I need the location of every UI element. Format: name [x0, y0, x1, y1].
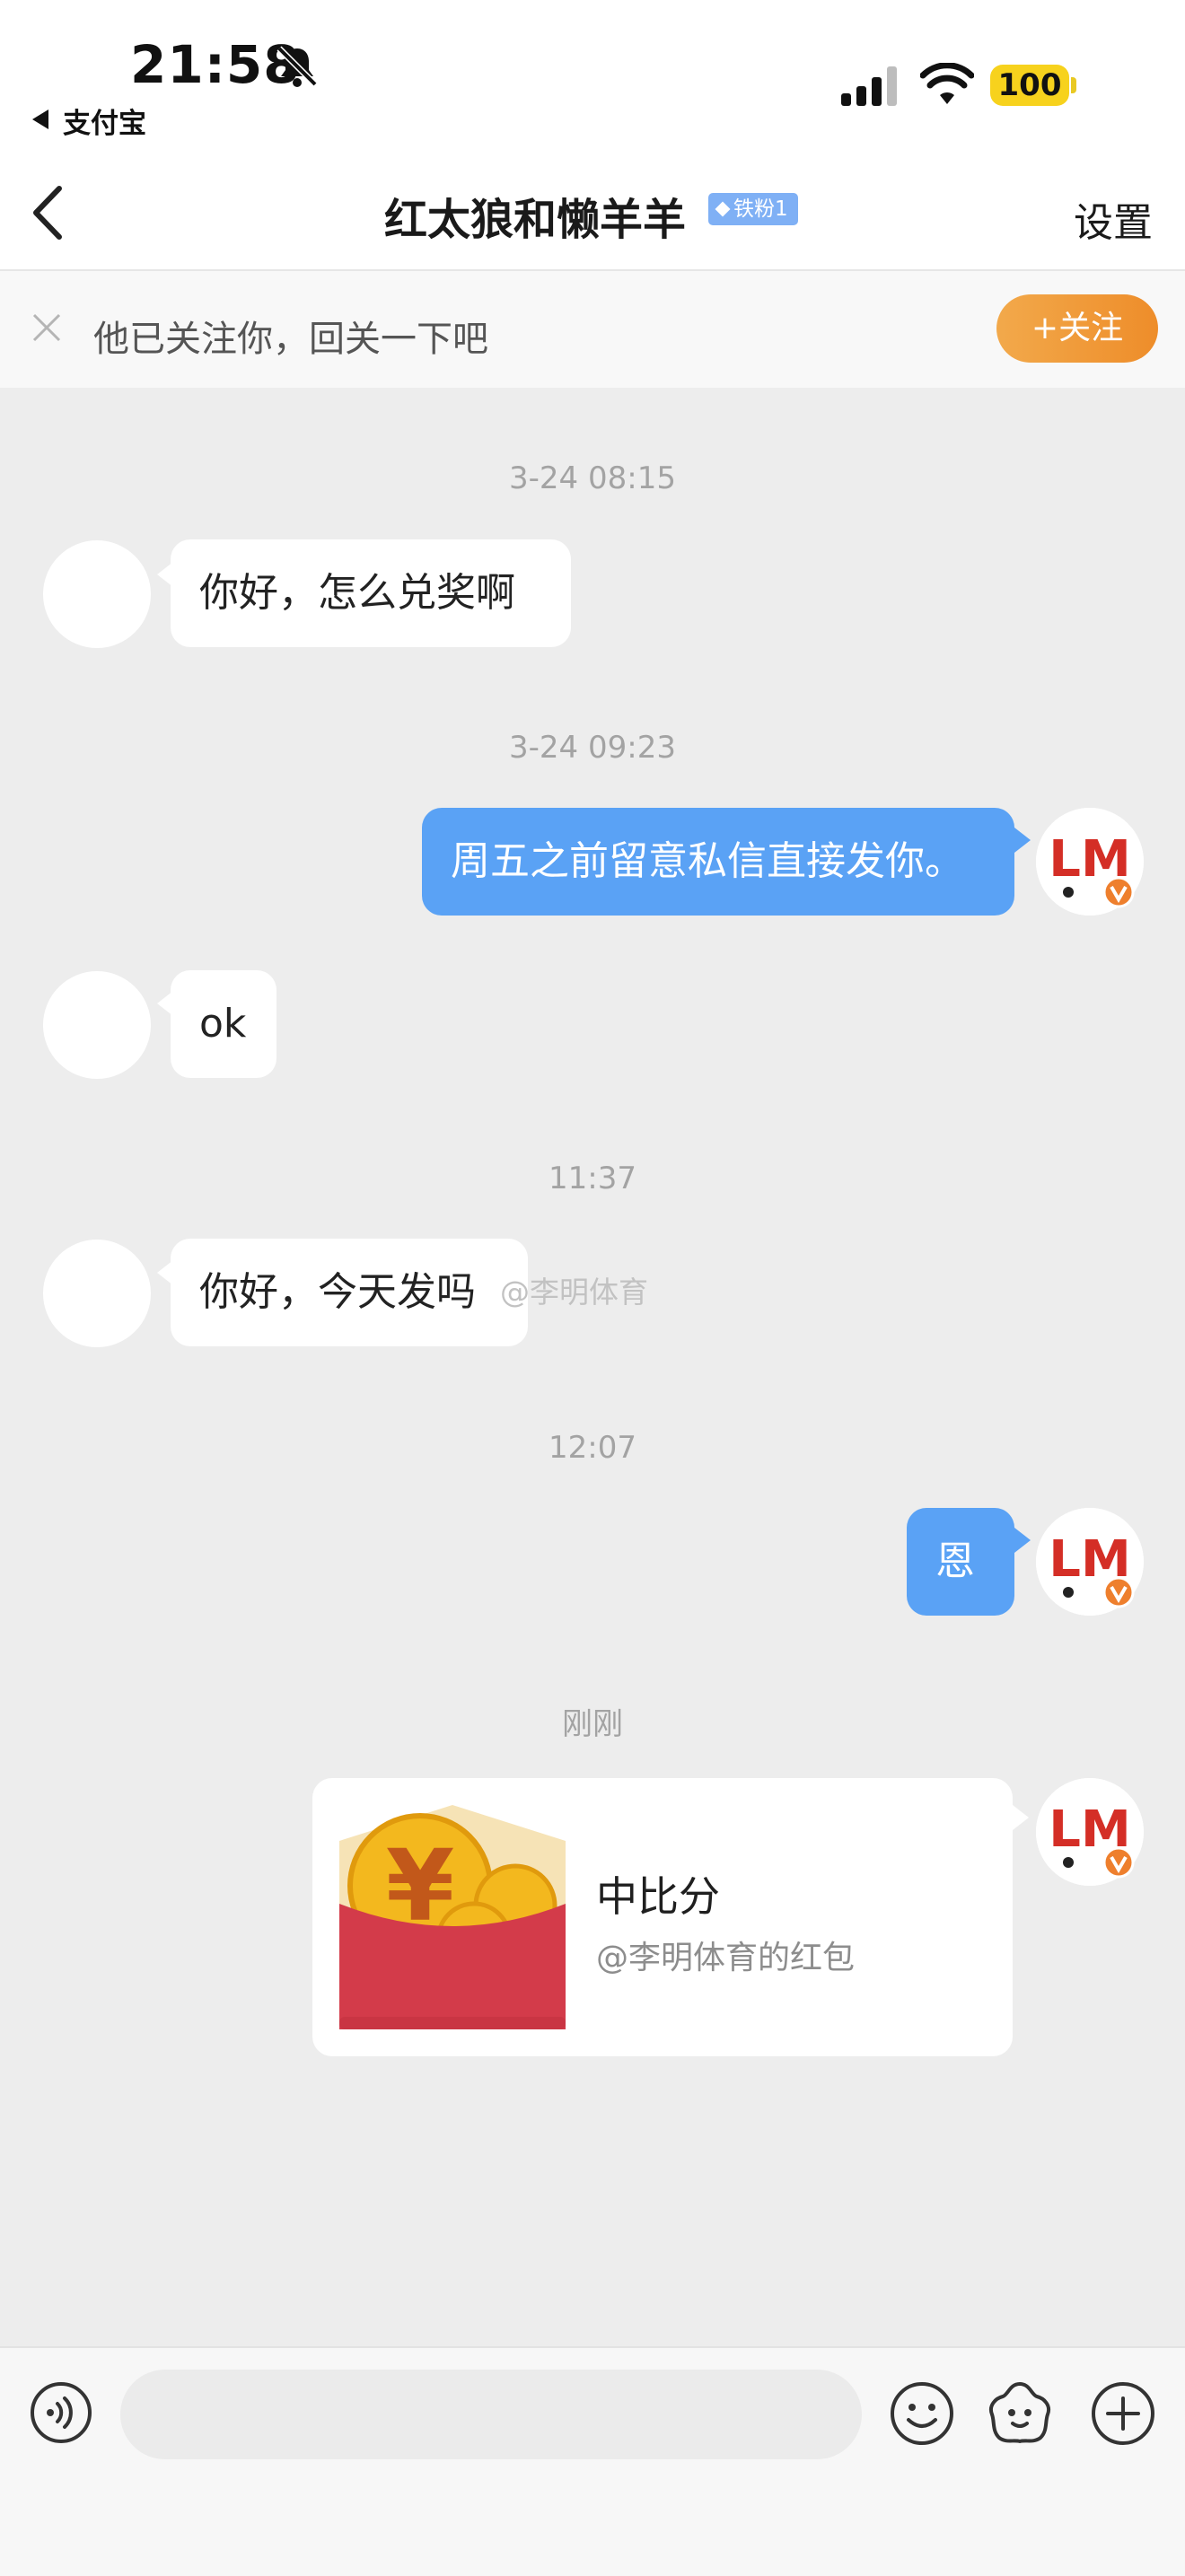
watermark: @李明体育 [500, 1275, 648, 1310]
message-bubble-incoming[interactable]: 你好，今天发吗 [171, 1239, 528, 1346]
lm-logo-icon: LM [1036, 1508, 1144, 1616]
message-bubble-outgoing[interactable]: 恩 [907, 1508, 1014, 1616]
battery-indicator: 100 [990, 65, 1069, 106]
follow-button[interactable]: +关注 [996, 294, 1158, 363]
chat-title: 红太狼和懒羊羊 [384, 195, 687, 245]
lm-logo-icon: LM [1036, 808, 1144, 916]
bubble-tail [1014, 828, 1031, 853]
lm-logo-icon: LM [1036, 1778, 1144, 1886]
bubble-tail [1014, 1528, 1031, 1553]
fan-badge: 铁粉1 [708, 193, 798, 225]
message-input[interactable] [120, 2370, 862, 2459]
emoji-icon[interactable] [889, 2380, 955, 2447]
message-bubble-outgoing[interactable]: 周五之前留意私信直接发你。 [422, 808, 1014, 916]
timestamp: 刚刚 [562, 1706, 623, 1742]
red-packet-icon: ¥ [339, 1805, 566, 2029]
plus-icon[interactable] [1090, 2380, 1156, 2447]
battery-level: 100 [997, 67, 1062, 103]
wifi-icon [920, 63, 974, 104]
back-app-label[interactable]: 支付宝 [63, 101, 146, 141]
signal-icon [841, 66, 897, 106]
back-chevron-icon[interactable] [27, 181, 72, 244]
timestamp: 3-24 09:23 [509, 730, 676, 766]
message-bubble-incoming[interactable]: ok [171, 970, 276, 1078]
bubble-tail [1013, 1805, 1029, 1830]
fan-badge-label: 铁粉1 [733, 197, 788, 221]
red-packet-subtitle: @李明体育的红包 [596, 1940, 856, 1976]
my-avatar[interactable]: LM [1036, 808, 1144, 916]
follow-prompt-text: 他已关注你，回关一下吧 [93, 319, 488, 360]
red-packet-title: 中比分 [596, 1872, 720, 1921]
message-bubble-incoming[interactable]: 你好，怎么兑奖啊 [171, 539, 571, 647]
contact-avatar[interactable] [43, 540, 151, 648]
contact-avatar[interactable] [43, 1240, 151, 1347]
back-app-icon[interactable] [32, 110, 48, 129]
contact-avatar[interactable] [43, 971, 151, 1079]
my-avatar[interactable]: LM [1036, 1508, 1144, 1616]
battery-nub [1071, 77, 1076, 93]
timestamp: 11:37 [549, 1161, 636, 1196]
sticker-icon[interactable] [985, 2379, 1055, 2449]
timestamp: 12:07 [549, 1430, 636, 1466]
timestamp: 3-24 08:15 [509, 460, 676, 496]
voice-icon[interactable] [29, 2380, 93, 2445]
diamond-icon [715, 201, 731, 216]
bell-slash-icon [276, 46, 318, 87]
close-icon[interactable] [27, 308, 66, 347]
my-avatar[interactable]: LM [1036, 1778, 1144, 1886]
settings-button[interactable]: 设置 [1074, 190, 1153, 248]
